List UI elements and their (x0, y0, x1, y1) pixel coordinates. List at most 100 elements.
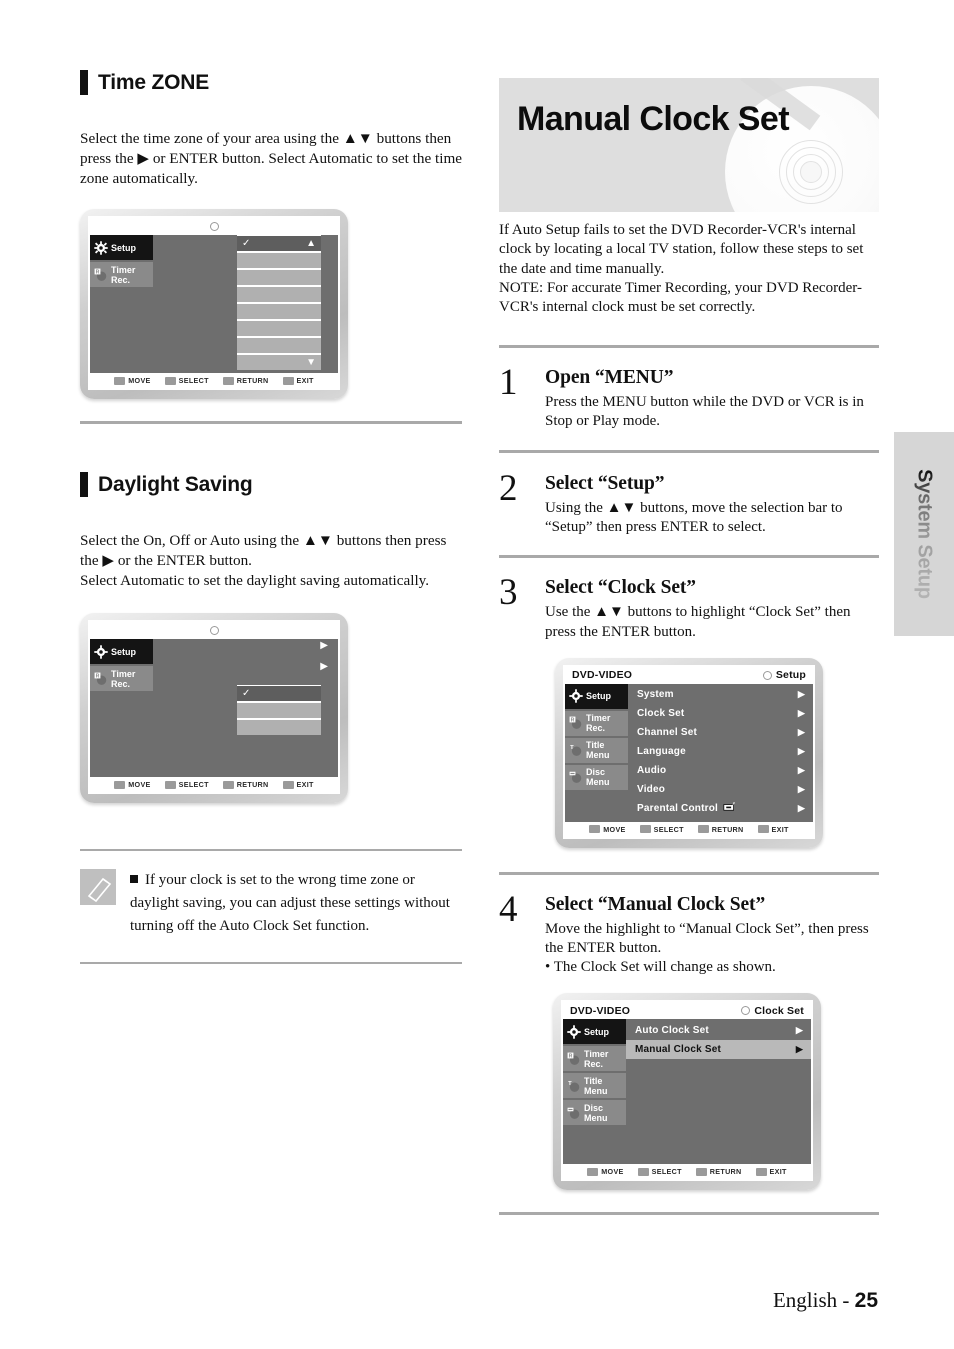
menu-item-manual-clock-set[interactable]: Manual Clock Set ▶ (626, 1040, 811, 1060)
hint-label: MOVE (128, 376, 151, 386)
osd-footer-hints: MOVE SELECT RETURN EXIT (90, 373, 338, 389)
sidebar-item-setup[interactable]: Setup (90, 639, 153, 665)
sidebar-item-label: Setup (584, 1026, 610, 1037)
steps-divider-bottom (499, 1212, 879, 1216)
list-item[interactable] (237, 270, 321, 288)
enter-key-icon (164, 780, 176, 789)
disc-menu-icon (569, 770, 583, 784)
menu-item-video[interactable]: Video ▶ (628, 780, 813, 799)
hint-label: EXIT (296, 376, 314, 386)
osd-frame: Setup R Timer Rec. ▶ ▶ ✓ MOVE SELECT RET… (88, 620, 340, 795)
menu-item-auto-clock-set[interactable]: Auto Clock Set ▶ (626, 1021, 811, 1040)
osd-sidebar: Setup R Timer Rec. T Title Menu Disc Men… (565, 683, 628, 822)
note-block: If your clock is set to the wrong time z… (80, 869, 462, 937)
step-2: 2 Select “Setup” Using the ▲▼ buttons, m… (499, 470, 879, 537)
list-item[interactable] (237, 338, 321, 356)
osd-main-panel: Auto Clock Set ▶ Manual Clock Set ▶ (626, 1019, 811, 1164)
timer-rec-icon: R (94, 672, 108, 686)
submenu-arrow-icon[interactable]: ▶ (320, 640, 328, 651)
sidebar-item-timer-rec[interactable]: R Timer Rec. (563, 1046, 626, 1072)
list-item[interactable] (237, 287, 321, 305)
step-content: Select “Manual Clock Set” Move the highl… (545, 892, 879, 978)
step-title: Open “MENU” (545, 366, 674, 388)
pencil-icon (80, 869, 116, 906)
timezone-option-list[interactable]: ✓ ▲ ▼ (237, 235, 321, 371)
hint-select: SELECT (637, 1167, 682, 1176)
osd-title-right-group (209, 222, 219, 232)
sidebar-item-timer-rec[interactable]: R Timer Rec. (90, 666, 153, 692)
list-item[interactable]: ✓ (237, 686, 321, 704)
hint-return: RETURN (697, 825, 744, 834)
exit-key-icon (282, 780, 294, 789)
step-text: Use the ▲▼ buttons to highlight “Clock S… (545, 604, 851, 640)
sidebar-item-setup[interactable]: Setup (565, 683, 628, 709)
menu-item-clock-set[interactable]: Clock Set ▶ (628, 704, 813, 723)
step-content: Select “Setup” Using the ▲▼ buttons, mov… (545, 471, 879, 537)
osd-titlebar: DVD-VIDEO Setup (565, 666, 813, 684)
sidebar-item-disc-menu[interactable]: Disc Menu (563, 1100, 626, 1126)
hint-exit: EXIT (755, 1167, 787, 1176)
sidebar-item-title-menu[interactable]: T Title Menu (563, 1073, 626, 1099)
enter-key-icon (637, 1167, 649, 1176)
osd-title-right: Clock Set (754, 1004, 804, 1017)
osd-main-panel: ✓ ▲ ▼ (153, 235, 338, 373)
scroll-up-icon[interactable]: ▲ (306, 236, 316, 251)
list-item[interactable] (237, 720, 321, 735)
sidebar-item-title-menu[interactable]: T Title Menu (565, 737, 628, 763)
osd-content: Setup R Timer Rec. T Title Menu Disc Men… (563, 1019, 811, 1165)
sidebar-item-setup[interactable]: Setup (563, 1019, 626, 1045)
return-key-icon (222, 376, 234, 385)
step-text: Move the highlight to “Manual Clock Set”… (545, 920, 869, 976)
sidebar-item-setup[interactable]: Setup (90, 235, 153, 261)
menu-item-language[interactable]: Language ▶ (628, 742, 813, 761)
left-column: Time ZONE Select the time zone of your a… (80, 70, 462, 964)
step-text: Using the ▲▼ buttons, move the selection… (545, 500, 843, 536)
menu-item-parental-control[interactable]: Parental Control ▶ (628, 799, 813, 818)
sidebar-item-disc-menu[interactable]: Disc Menu (565, 764, 628, 790)
svg-text:R: R (96, 673, 100, 679)
hint-label: EXIT (296, 780, 314, 790)
sidebar-item-label: Setup (111, 646, 137, 657)
osd-title-right-group (209, 626, 219, 636)
step-number: 1 (499, 361, 518, 403)
menu-item-label: Clock Set (637, 707, 685, 719)
menu-item-channel-set[interactable]: Channel Set ▶ (628, 723, 813, 742)
check-icon: ✓ (242, 688, 251, 700)
list-item[interactable] (237, 321, 321, 339)
sidebar-item-label: Title Menu (584, 1075, 608, 1096)
hint-return: RETURN (222, 780, 269, 790)
osd-footer-hints: MOVE SELECT RETURN EXIT (565, 821, 813, 837)
hint-label: RETURN (236, 780, 269, 790)
check-icon: ✓ (242, 238, 251, 250)
menu-item-audio[interactable]: Audio ▶ (628, 761, 813, 780)
menu-item-label: System (637, 688, 674, 700)
osd-title-left: DVD-VIDEO (572, 669, 633, 682)
enter-key-icon (639, 825, 651, 834)
list-item[interactable] (237, 703, 321, 721)
menu-item-label: Auto Clock Set (635, 1025, 709, 1037)
step-title: Select “Clock Set” (545, 577, 696, 599)
heading-accent-bar (80, 70, 88, 95)
hint-select: SELECT (164, 376, 209, 385)
list-item[interactable]: ▼ (237, 355, 321, 370)
hint-move: MOVE (589, 825, 625, 834)
hint-label: MOVE (601, 1167, 624, 1177)
osd-footer-hints: MOVE SELECT RETURN EXIT (90, 777, 338, 793)
list-item[interactable]: ✓ ▲ (237, 236, 321, 254)
list-item[interactable] (237, 253, 321, 271)
svg-text:T: T (568, 1081, 572, 1087)
daylight-option-list[interactable]: ✓ (237, 685, 321, 736)
osd-content: Setup R Timer Rec. ✓ ▲ ▼ (90, 235, 338, 374)
hint-move: MOVE (114, 780, 150, 789)
section-divider (80, 421, 462, 425)
updown-key-icon (114, 780, 126, 789)
sidebar-item-timer-rec[interactable]: R Timer Rec. (90, 262, 153, 288)
list-item[interactable] (237, 304, 321, 322)
menu-item-system[interactable]: System ▶ (628, 685, 813, 704)
osd-screenshot-setup-menu: DVD-VIDEO Setup Setup R Timer Rec. T Tit… (555, 657, 823, 848)
scroll-down-icon[interactable]: ▼ (306, 355, 316, 370)
steps-divider (499, 555, 879, 559)
step-title: Select “Setup” (545, 473, 665, 495)
submenu-arrow-icon[interactable]: ▶ (320, 661, 328, 672)
sidebar-item-timer-rec[interactable]: R Timer Rec. (565, 710, 628, 736)
